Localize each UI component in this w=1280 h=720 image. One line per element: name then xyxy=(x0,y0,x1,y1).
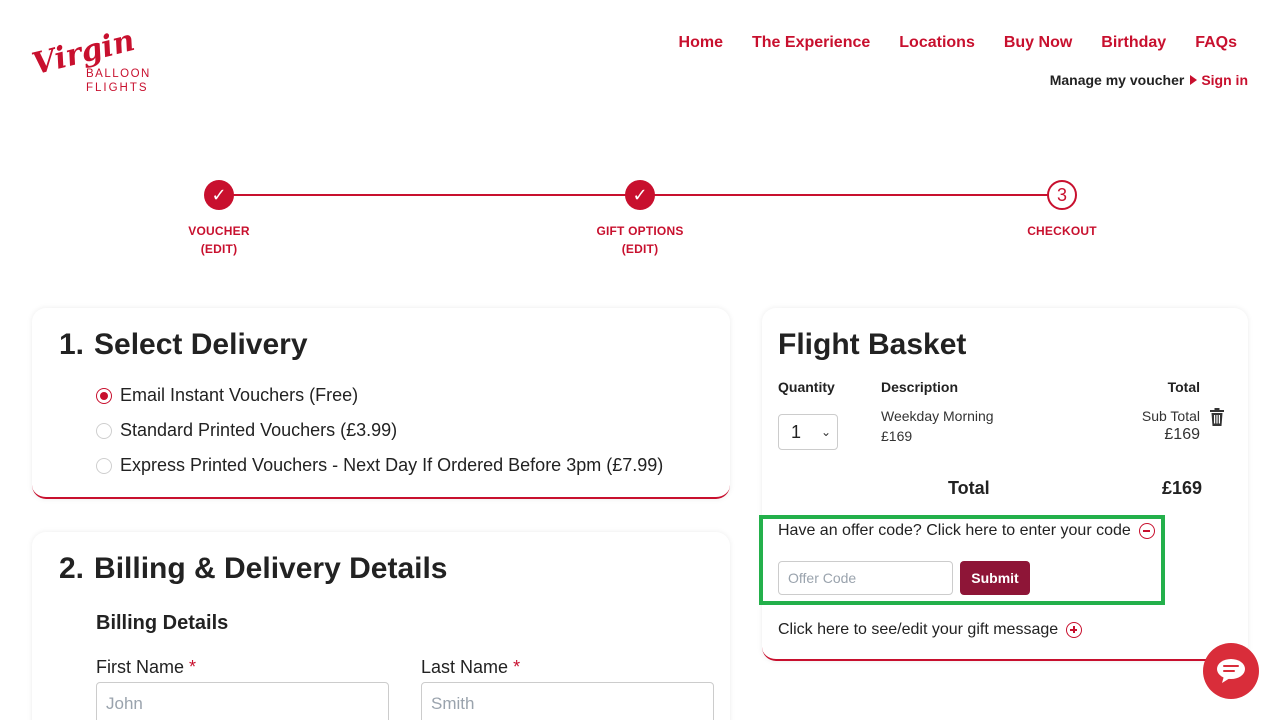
logo-line1: BALLOON xyxy=(86,68,151,80)
column-description: Description xyxy=(881,379,959,395)
delivery-options: Email Instant Vouchers (Free) Standard P… xyxy=(96,378,663,483)
option-label: Standard Printed Vouchers (£3.99) xyxy=(120,420,398,440)
sign-in-link[interactable]: Sign in xyxy=(1201,72,1248,88)
gift-message-prompt: Click here to see/edit your gift message xyxy=(778,621,1059,638)
nav-buy-now[interactable]: Buy Now xyxy=(1004,34,1072,52)
radio-button[interactable] xyxy=(96,457,112,474)
nav-faqs[interactable]: FAQs xyxy=(1195,34,1237,52)
label-text: First Name xyxy=(96,657,185,677)
gift-message-toggle[interactable]: Click here to see/edit your gift message xyxy=(778,621,1083,639)
nav-home[interactable]: Home xyxy=(679,34,723,52)
nav-birthday[interactable]: Birthday xyxy=(1101,34,1166,52)
minus-circle-icon[interactable] xyxy=(1138,523,1155,539)
quantity-select[interactable]: 1 ⌄ xyxy=(778,414,838,450)
step-gift-options[interactable]: ✓ GIFT OPTIONS (EDIT) xyxy=(560,180,720,258)
step-voucher[interactable]: ✓ VOUCHER (EDIT) xyxy=(139,180,299,258)
check-icon: ✓ xyxy=(625,180,655,210)
main-nav: Home The Experience Locations Buy Now Bi… xyxy=(650,34,1237,52)
required-mark: * xyxy=(513,657,521,677)
offer-code-input[interactable]: Offer Code xyxy=(778,561,953,595)
column-quantity: Quantity xyxy=(778,379,835,395)
select-delivery-card: 1. Select Delivery Email Instant Vouchers… xyxy=(32,308,730,499)
step-number-icon: 3 xyxy=(1047,180,1077,210)
chat-bubble-icon xyxy=(1217,659,1245,683)
plus-circle-icon[interactable] xyxy=(1066,622,1083,638)
item-price: £169 xyxy=(881,428,913,444)
delivery-option-email[interactable]: Email Instant Vouchers (Free) xyxy=(96,378,663,413)
check-icon: ✓ xyxy=(204,180,234,210)
logo-line2: FLIGHTS xyxy=(86,82,149,94)
radio-button[interactable] xyxy=(96,387,112,404)
option-label: Express Printed Vouchers - Next Day If O… xyxy=(120,455,664,475)
billing-details-card: 2. Billing & Delivery Details Billing Det… xyxy=(32,532,730,720)
column-total: Total xyxy=(1167,379,1200,395)
virgin-balloon-flights-logo[interactable]: Virgin BALLOON FLIGHTS xyxy=(30,28,170,94)
step-label: CHECKOUT xyxy=(1027,224,1097,238)
subtotal-amount: £169 xyxy=(1164,426,1200,443)
subtotal-label: Sub Total xyxy=(1141,408,1200,424)
offer-code-toggle[interactable]: Have an offer code? Click here to enter … xyxy=(778,522,1155,540)
total-label: Total xyxy=(948,478,990,498)
option-label: Email Instant Vouchers (Free) xyxy=(120,385,359,405)
arrow-right-icon xyxy=(1190,75,1198,85)
flight-basket-card: Flight Basket Quantity Description Total… xyxy=(762,308,1248,661)
required-mark: * xyxy=(189,657,197,677)
submit-offer-button[interactable]: Submit xyxy=(960,561,1030,595)
section-title-text: Select Delivery xyxy=(94,328,308,361)
step-checkout: 3 CHECKOUT xyxy=(982,180,1142,240)
section-number: 2. xyxy=(59,552,85,585)
step-edit-link[interactable]: (EDIT) xyxy=(139,240,299,258)
offer-code-prompt: Have an offer code? Click here to enter … xyxy=(778,522,1131,539)
item-description: Weekday Morning £169 xyxy=(881,406,994,446)
first-name-label: First Name * xyxy=(96,657,196,678)
chat-button[interactable] xyxy=(1203,643,1259,699)
step-edit-link[interactable]: (EDIT) xyxy=(560,240,720,258)
section-title: 2. Billing & Delivery Details xyxy=(59,552,447,586)
section-number: 1. xyxy=(59,328,85,361)
quantity-value: 1 xyxy=(791,422,802,442)
item-subtotal: Sub Total £169 xyxy=(1142,408,1200,444)
manage-voucher-bar: Manage my voucher Sign in xyxy=(1050,72,1248,88)
section-title: 1. Select Delivery xyxy=(59,328,308,362)
first-name-input[interactable]: John xyxy=(96,682,389,720)
nav-the-experience[interactable]: The Experience xyxy=(752,34,870,52)
manage-voucher-label[interactable]: Manage my voucher xyxy=(1050,72,1185,88)
nav-locations[interactable]: Locations xyxy=(899,34,975,52)
item-name: Weekday Morning xyxy=(881,408,994,424)
step-label: VOUCHER xyxy=(188,224,250,238)
label-text: Last Name xyxy=(421,657,509,677)
chevron-down-icon: ⌄ xyxy=(820,425,831,439)
billing-subtitle: Billing Details xyxy=(96,612,229,634)
total-amount: £169 xyxy=(1161,478,1202,498)
delivery-option-express[interactable]: Express Printed Vouchers - Next Day If O… xyxy=(96,448,663,483)
basket-title: Flight Basket xyxy=(778,328,967,361)
last-name-input[interactable]: Smith xyxy=(421,682,714,720)
step-label: GIFT OPTIONS xyxy=(596,224,684,238)
radio-button[interactable] xyxy=(96,422,112,439)
section-title-text: Billing & Delivery Details xyxy=(94,552,448,585)
delivery-option-standard[interactable]: Standard Printed Vouchers (£3.99) xyxy=(96,413,663,448)
last-name-label: Last Name * xyxy=(421,657,520,678)
trash-icon[interactable] xyxy=(1209,408,1225,426)
